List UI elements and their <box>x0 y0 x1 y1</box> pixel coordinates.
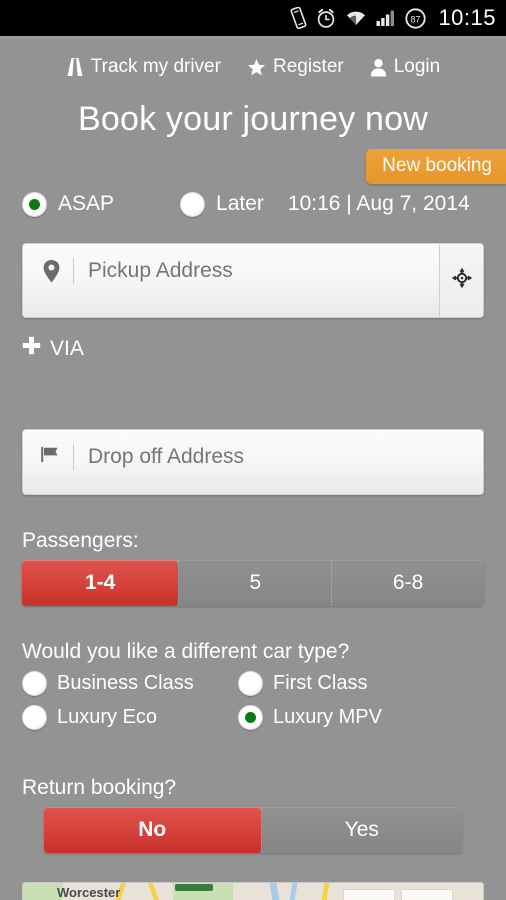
radio-luxury-mpv[interactable] <box>238 705 263 730</box>
status-bar: 87 10:15 <box>0 0 506 36</box>
new-booking-badge[interactable]: New booking <box>366 149 506 184</box>
nav-register-label: Register <box>272 56 344 77</box>
person-icon <box>370 58 387 77</box>
map-water <box>289 883 298 900</box>
nav-login-label: Login <box>393 56 441 77</box>
nav-register[interactable]: Register <box>247 56 344 78</box>
pickup-address-field[interactable] <box>22 243 484 318</box>
map-sign <box>175 884 213 891</box>
cartype-options: Business Class First Class Luxury Eco Lu… <box>22 671 484 730</box>
pickup-address-input[interactable] <box>74 257 439 285</box>
locate-crosshair-icon <box>451 267 473 294</box>
dropoff-address-input[interactable] <box>74 443 483 471</box>
nav-track-my-driver-label: Track my driver <box>90 56 221 77</box>
wifi-icon <box>345 9 367 27</box>
battery-icon: 87 <box>405 7 427 29</box>
top-nav: Track my driver Register Login <box>0 39 506 78</box>
app-screen: 87 10:15 Track my driver Register Login … <box>0 0 506 900</box>
dropoff-address-field[interactable] <box>22 429 484 495</box>
radio-business-class[interactable] <box>22 671 47 696</box>
passengers-option-5[interactable]: 5 <box>178 560 331 606</box>
road-icon <box>66 57 84 77</box>
radio-asap-label: ASAP <box>58 192 115 215</box>
radio-option-later[interactable]: Later <box>180 191 264 217</box>
passengers-segmented-control: 1-4 5 6-8 <box>22 560 484 606</box>
add-via-button[interactable]: VIA <box>22 336 84 361</box>
badge-row: New booking <box>0 149 506 184</box>
nav-login[interactable]: Login <box>370 56 441 78</box>
return-booking-option-no[interactable]: No <box>44 807 261 853</box>
status-clock: 10:15 <box>438 5 496 30</box>
locate-me-button[interactable] <box>439 244 483 317</box>
cartype-option-business-class[interactable]: Business Class <box>22 671 238 696</box>
signal-icon <box>376 9 396 27</box>
cartype-luxury-eco-label: Luxury Eco <box>57 706 158 728</box>
cartype-option-luxury-eco[interactable]: Luxury Eco <box>22 705 238 730</box>
flag-icon <box>37 443 65 465</box>
radio-first-class[interactable] <box>238 671 263 696</box>
map-pin-icon <box>37 257 65 284</box>
map-place-label: Worcester <box>57 885 121 900</box>
nav-track-my-driver[interactable]: Track my driver <box>66 56 221 78</box>
radio-asap[interactable] <box>22 191 47 217</box>
return-booking-segmented-control: No Yes <box>44 807 462 853</box>
dropoff-address-inner <box>23 430 483 494</box>
map-water <box>269 883 280 900</box>
cartype-first-class-label: First Class <box>273 672 368 694</box>
radio-later-label: Later <box>216 192 264 215</box>
radio-luxury-eco[interactable] <box>22 705 47 730</box>
vibrate-icon <box>290 7 307 29</box>
map-block <box>343 889 395 900</box>
return-booking-label: Return booking? <box>22 776 177 799</box>
map-road <box>321 883 330 900</box>
map-block <box>401 889 453 900</box>
radio-option-asap[interactable]: ASAP <box>22 191 115 217</box>
plus-icon <box>22 336 41 361</box>
pickup-address-inner <box>23 244 439 317</box>
radio-later[interactable] <box>180 191 206 217</box>
booking-datetime[interactable]: 10:16 | Aug 7, 2014 <box>288 192 470 216</box>
add-via-label: VIA <box>50 336 84 360</box>
star-icon <box>247 58 266 77</box>
map-preview[interactable]: Worcester <box>22 882 484 900</box>
passengers-option-6-8[interactable]: 6-8 <box>331 560 484 606</box>
alarm-icon <box>316 8 336 29</box>
page-title: Book your journey now <box>77 100 429 138</box>
map-road <box>147 883 160 900</box>
cartype-business-class-label: Business Class <box>57 672 194 694</box>
passengers-option-1-4[interactable]: 1-4 <box>22 560 179 606</box>
return-booking-option-yes[interactable]: Yes <box>260 807 462 853</box>
cartype-question: Would you like a different car type? <box>22 640 350 663</box>
battery-level-text: 87 <box>411 14 421 24</box>
cartype-luxury-mpv-label: Luxury MPV <box>273 706 382 728</box>
cartype-option-luxury-mpv[interactable]: Luxury MPV <box>238 705 484 730</box>
when-row: ASAP Later 10:16 | Aug 7, 2014 <box>0 187 506 221</box>
passengers-label: Passengers: <box>22 529 139 552</box>
cartype-option-first-class[interactable]: First Class <box>238 671 484 696</box>
